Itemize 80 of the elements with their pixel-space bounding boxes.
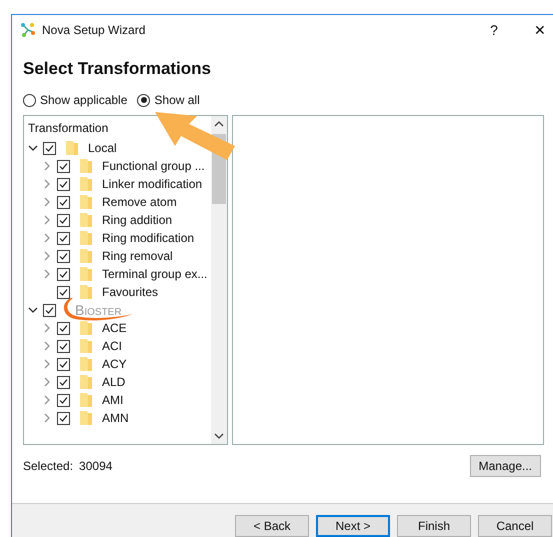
expand-icon[interactable] <box>42 215 52 225</box>
wizard-button[interactable]: Cancel <box>478 515 552 537</box>
scroll-up-icon[interactable] <box>214 120 224 128</box>
tree-item-label[interactable]: Ring addition <box>102 213 172 227</box>
folder-icon <box>79 392 93 408</box>
checkbox[interactable] <box>57 232 70 244</box>
checkbox[interactable] <box>57 196 70 208</box>
checkbox[interactable] <box>57 214 70 226</box>
expand-icon[interactable] <box>42 359 52 369</box>
tree-item-label[interactable]: Favourites <box>102 285 158 299</box>
scroll-down-icon[interactable] <box>214 432 224 440</box>
tree-item-label[interactable]: ACI <box>102 339 122 353</box>
manage-button[interactable]: Manage... <box>470 455 541 477</box>
scrollbar[interactable] <box>211 116 227 444</box>
tree-item-label[interactable]: Ring removal <box>102 249 173 263</box>
collapse-icon[interactable] <box>28 143 38 153</box>
checkbox[interactable] <box>57 340 70 352</box>
tree-item-label[interactable]: Ring modification <box>102 231 194 245</box>
folder-icon <box>79 284 93 300</box>
page-heading: Select Transformations <box>23 59 212 79</box>
wizard-button[interactable]: Next > <box>316 515 390 537</box>
help-button[interactable]: ? <box>474 16 514 44</box>
folder-icon <box>65 140 79 156</box>
tree-item-label[interactable]: Linker modification <box>102 177 202 191</box>
column-header: Transformation <box>28 120 110 137</box>
logo-text: Bioster <box>75 302 122 318</box>
folder-icon <box>79 338 93 354</box>
checkbox[interactable] <box>57 178 70 190</box>
folder-icon <box>79 158 93 174</box>
selected-label: Selected: <box>23 459 74 473</box>
checkbox[interactable] <box>57 286 70 298</box>
expand-icon[interactable] <box>42 233 52 243</box>
folder-icon <box>79 320 93 336</box>
expand-icon[interactable] <box>42 161 52 171</box>
tree-item-label[interactable]: Remove atom <box>102 195 177 209</box>
expand-icon[interactable] <box>42 269 52 279</box>
wizard-button[interactable]: Finish <box>397 515 471 537</box>
checkbox[interactable] <box>57 322 70 334</box>
tree-item-label[interactable]: Functional group ... <box>102 159 205 173</box>
folder-icon <box>79 194 93 210</box>
expand-icon[interactable] <box>42 251 52 261</box>
selected-count: 30094 <box>79 459 112 473</box>
folder-icon <box>79 266 93 282</box>
checkbox[interactable] <box>57 412 70 424</box>
checkbox[interactable] <box>57 268 70 280</box>
tree-item-label[interactable]: AMI <box>102 393 124 407</box>
expand-icon[interactable] <box>42 413 52 423</box>
expand-icon[interactable] <box>42 395 52 405</box>
folder-icon <box>79 374 93 390</box>
app-logo-icon <box>20 22 36 38</box>
expand-icon[interactable] <box>42 197 52 207</box>
folder-icon <box>79 248 93 264</box>
tree-item-label[interactable]: ALD <box>102 375 126 389</box>
window-title: Nova Setup Wizard <box>42 23 146 37</box>
folder-icon <box>79 410 93 426</box>
folder-icon <box>79 212 93 228</box>
expand-icon[interactable] <box>42 341 52 351</box>
checkbox[interactable] <box>57 160 70 172</box>
tree-item-label[interactable]: ACE <box>102 321 127 335</box>
expand-icon[interactable] <box>42 377 52 387</box>
checkbox[interactable] <box>43 142 56 154</box>
tree-item-label[interactable]: AMN <box>102 411 129 425</box>
close-button[interactable]: ✕ <box>520 16 553 44</box>
expand-icon[interactable] <box>42 179 52 189</box>
tree-item-label[interactable]: Terminal group ex... <box>102 267 208 281</box>
checkbox[interactable] <box>57 376 70 388</box>
collapse-icon[interactable] <box>28 305 38 315</box>
checkbox[interactable] <box>43 304 56 316</box>
checkbox[interactable] <box>57 250 70 262</box>
folder-icon <box>79 356 93 372</box>
radio-option[interactable]: Show all <box>137 93 200 107</box>
checkbox[interactable] <box>57 394 70 406</box>
expand-icon[interactable] <box>42 323 52 333</box>
folder-icon <box>79 230 93 246</box>
checkbox[interactable] <box>57 358 70 370</box>
tree-item-label[interactable]: ACY <box>102 357 127 371</box>
tree-item-label[interactable]: Local <box>88 141 117 155</box>
folder-icon <box>79 176 93 192</box>
radio-option[interactable]: Show applicable <box>23 93 128 107</box>
wizard-button[interactable]: < Back <box>235 515 309 537</box>
